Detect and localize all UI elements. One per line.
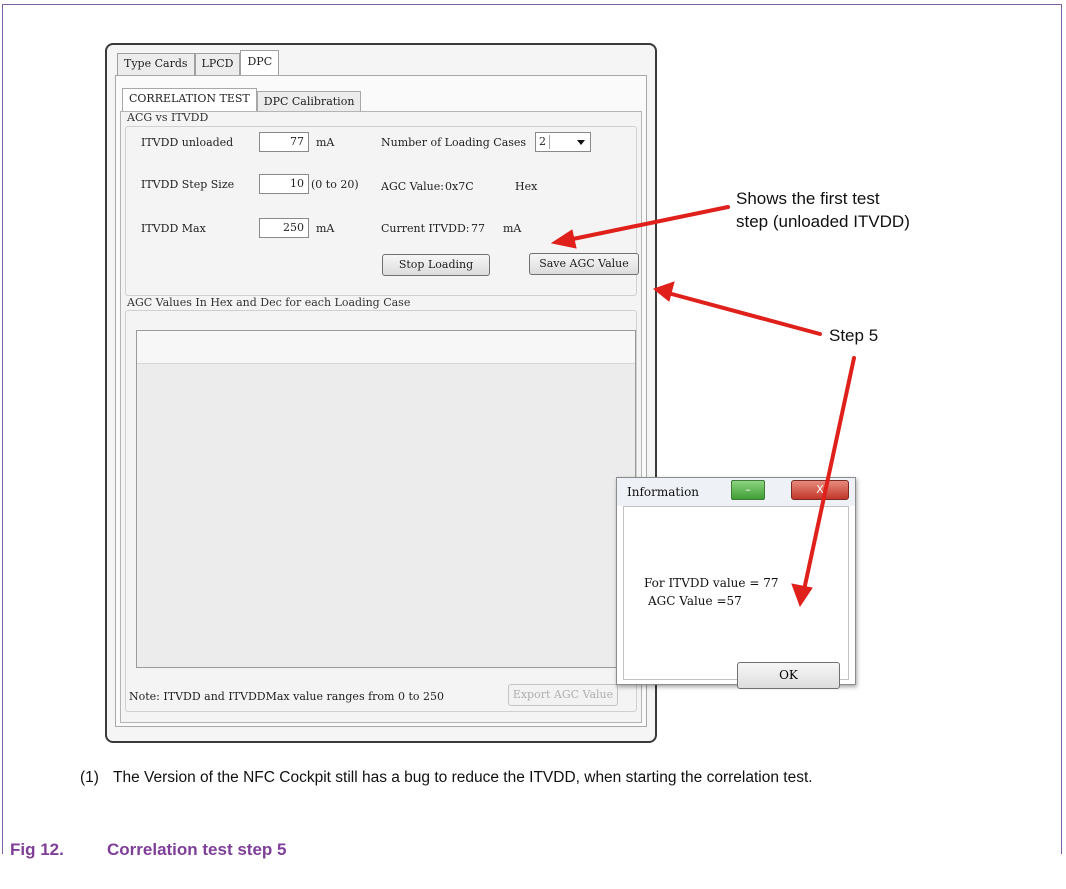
close-glyph: X: [816, 483, 824, 496]
table-header: [137, 331, 635, 364]
loading-cases-label: Number of Loading Cases: [381, 136, 527, 149]
tab-lpcd[interactable]: LPCD: [194, 53, 241, 75]
itvdd-max-unit: mA: [316, 222, 335, 235]
range-note: Note: ITVDD and ITVDDMax value ranges fr…: [129, 690, 444, 703]
current-itvdd-readout: 77: [471, 222, 485, 235]
dialog-body: For ITVDD value = 77 AGC Value =57 OK: [623, 506, 849, 689]
footnote-number: (1): [80, 769, 99, 786]
dialog-message-line1: For ITVDD value = 77: [644, 576, 779, 590]
export-agc-value-button[interactable]: Export AGC Value: [508, 684, 618, 706]
dpc-subtabs: CORRELATION TEST DPC Calibration: [122, 88, 362, 111]
itvdd-max-input[interactable]: 250: [259, 218, 309, 238]
minimize-icon[interactable]: –: [731, 480, 765, 500]
annotation-first-step: Shows the first test step (unloaded ITVD…: [736, 187, 910, 233]
save-agc-value-button[interactable]: Save AGC Value: [529, 253, 639, 275]
arrow-head-save-button: [652, 281, 675, 302]
nfc-cockpit-window: Type Cards LPCD DPC CORRELATION TEST DPC…: [105, 43, 657, 743]
loading-cases-value: 2: [539, 135, 546, 148]
current-itvdd-label: Current ITVDD:: [381, 222, 470, 235]
close-icon[interactable]: X: [791, 480, 849, 500]
annotation-step5: Step 5: [829, 326, 879, 345]
tab-type-cards[interactable]: Type Cards: [117, 53, 195, 75]
stop-loading-button[interactable]: Stop Loading: [382, 254, 490, 276]
figure-title: Correlation test step 5: [107, 840, 287, 859]
itvdd-step-label: ITVDD Step Size: [141, 178, 235, 191]
table-title: AGC Values In Hex and Dec for each Loadi…: [127, 296, 411, 309]
dialog-message-line2: AGC Value =57: [648, 594, 742, 608]
main-tabs: Type Cards LPCD DPC: [117, 50, 280, 76]
page-frame-top: [2, 4, 1062, 5]
page-frame-left: [2, 4, 3, 854]
agc-value-unit: Hex: [515, 180, 538, 193]
agc-values-table[interactable]: [136, 330, 636, 668]
agc-value-label: AGC Value:: [381, 180, 444, 193]
tab-dpc[interactable]: DPC: [240, 50, 280, 76]
itvdd-max-label: ITVDD Max: [141, 222, 206, 235]
itvdd-step-range: (0 to 20): [311, 178, 359, 191]
itvdd-unloaded-unit: mA: [316, 136, 335, 149]
dialog-title: Information: [627, 485, 700, 499]
tab-correlation-test[interactable]: CORRELATION TEST: [122, 88, 257, 111]
minimize-glyph: –: [745, 483, 751, 496]
itvdd-unloaded-label: ITVDD unloaded: [141, 136, 234, 149]
ok-button[interactable]: OK: [737, 662, 840, 689]
dialog-titlebar: Information – X: [617, 478, 855, 506]
tab-dpc-calibration[interactable]: DPC Calibration: [256, 91, 362, 111]
select-separator: [549, 135, 550, 149]
agc-value-readout: 0x7C: [445, 180, 474, 193]
itvdd-unloaded-input[interactable]: 77: [259, 132, 309, 152]
correlation-test-pane: ACG vs ITVDD ITVDD unloaded 77 mA ITVDD …: [120, 111, 642, 723]
loading-cases-select[interactable]: 2: [535, 132, 591, 152]
current-itvdd-unit: mA: [503, 222, 522, 235]
page-frame-right: [1061, 4, 1062, 854]
annotation-first-step-line1: Shows the first test: [736, 189, 880, 208]
information-dialog: Information – X For ITVDD value = 77 AGC…: [616, 477, 856, 689]
footnote-text: The Version of the NFC Cockpit still has…: [113, 769, 813, 786]
annotation-first-step-line2: step (unloaded ITVDD): [736, 212, 910, 231]
arrow-to-save-button: [666, 291, 822, 336]
dpc-tab-pane: CORRELATION TEST DPC Calibration ACG vs …: [115, 75, 647, 727]
figure-number: Fig 12.: [10, 840, 64, 859]
group-title: ACG vs ITVDD: [127, 111, 209, 124]
chevron-down-icon: [577, 140, 585, 145]
itvdd-step-input[interactable]: 10: [259, 174, 309, 194]
